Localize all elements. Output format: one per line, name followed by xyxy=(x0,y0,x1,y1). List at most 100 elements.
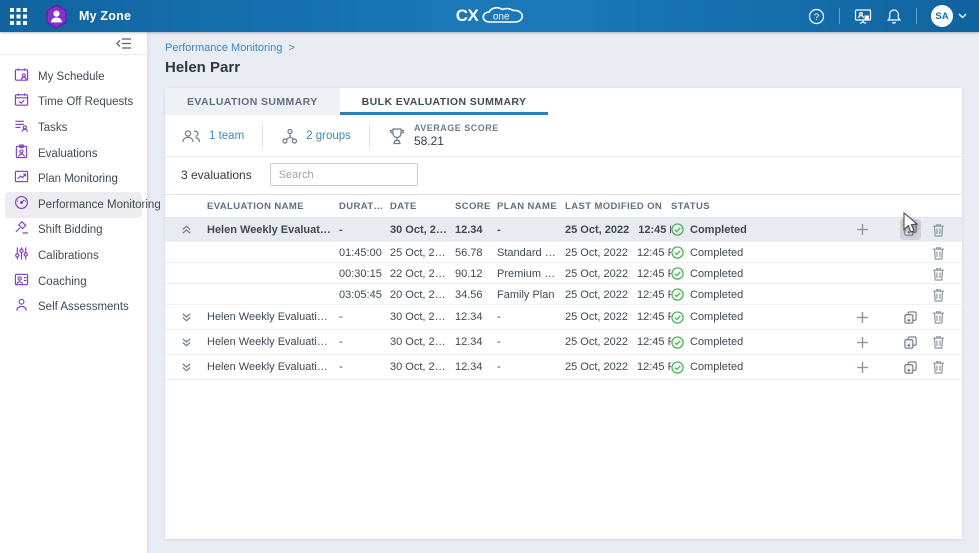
delete-icon[interactable] xyxy=(930,246,946,260)
tab-bulk-evaluation-summary[interactable]: BULK EVALUATION SUMMARY xyxy=(340,88,549,115)
average-score-value: 58.21 xyxy=(414,134,499,149)
sidebar-item-label: Time Off Requests xyxy=(38,96,133,108)
date-cell: 20 Oct, 2022 xyxy=(390,289,455,301)
table-row[interactable]: 01:45:00 25 Oct, 2022 56.78 Standard Pla… xyxy=(165,242,962,263)
add-icon[interactable] xyxy=(856,361,869,374)
tasks-icon xyxy=(14,118,29,138)
plan-name-cell: Premium Plan xyxy=(497,268,565,280)
date-cell: 30 Oct, 2022 xyxy=(390,224,455,236)
sidebar-item-evaluations[interactable]: Evaluations xyxy=(5,141,142,167)
breadcrumb[interactable]: Performance Monitoring > xyxy=(165,42,295,54)
column-header-evaluation-name[interactable]: EVALUATION NAME xyxy=(207,201,339,212)
copy-icon[interactable] xyxy=(900,219,921,240)
table-row[interactable]: Helen Weekly Evaluation - June 20 - 30 O… xyxy=(165,330,962,355)
plan-name-cell: - xyxy=(497,224,565,236)
table-row[interactable]: Helen Weekly Evaluation - June 20 - 30 O… xyxy=(165,305,962,330)
table-header: EVALUATION NAME DURATION DATE SCORE PLAN… xyxy=(165,194,962,218)
column-header-status[interactable]: STATUS xyxy=(671,201,826,212)
calibrations-icon xyxy=(14,246,29,266)
stats-divider xyxy=(262,125,263,147)
collapse-sidebar-icon[interactable] xyxy=(116,36,132,51)
evaluation-name-cell: Helen Weekly Evaluation - June 20 xyxy=(207,336,339,348)
add-icon[interactable] xyxy=(856,311,869,324)
sidebar-item-calibrations[interactable]: Calibrations xyxy=(5,243,142,269)
date-cell: 22 Oct, 2022 xyxy=(390,268,455,280)
groups-link[interactable]: 2 groups xyxy=(281,128,351,145)
agent-monitor-icon[interactable] xyxy=(854,8,872,25)
delete-icon[interactable] xyxy=(930,360,946,374)
copy-icon[interactable] xyxy=(900,307,921,328)
duration-cell: - xyxy=(339,224,390,236)
add-icon[interactable] xyxy=(856,223,869,236)
delete-icon[interactable] xyxy=(930,288,946,302)
evaluations-icon xyxy=(14,144,29,164)
search-box[interactable] xyxy=(270,163,418,186)
score-cell: 12.34 xyxy=(455,361,497,373)
table-row[interactable]: 00:30:15 22 Oct, 2022 90.12 Premium Plan… xyxy=(165,263,962,284)
date-cell: 30 Oct, 2022 xyxy=(390,361,455,373)
cxone-logo-cloud: one xyxy=(479,5,523,27)
breadcrumb-caret-icon: > xyxy=(288,42,294,54)
sidebar-item-performance-monitoring[interactable]: Performance Monitoring xyxy=(5,192,142,218)
delete-icon[interactable] xyxy=(930,267,946,281)
column-header-plan-name[interactable]: PLAN NAME xyxy=(497,201,565,212)
notifications-bell-icon[interactable] xyxy=(886,8,902,25)
tab-bar: EVALUATION SUMMARY BULK EVALUATION SUMMA… xyxy=(165,88,962,115)
column-header-duration[interactable]: DURATION xyxy=(339,201,390,212)
sidebar-item-tasks[interactable]: Tasks xyxy=(5,115,142,141)
my-zone-logo-icon xyxy=(44,4,69,29)
status-label: Completed xyxy=(690,289,743,301)
expand-row-icon[interactable] xyxy=(181,362,207,373)
completed-check-icon xyxy=(671,267,684,280)
team-count[interactable]: 1 team xyxy=(209,130,244,142)
tab-evaluation-summary[interactable]: EVALUATION SUMMARY xyxy=(165,88,340,115)
delete-icon[interactable] xyxy=(930,310,946,324)
copy-icon[interactable] xyxy=(900,332,921,353)
column-header-score[interactable]: SCORE xyxy=(455,201,497,212)
add-icon[interactable] xyxy=(856,336,869,349)
score-cell: 12.34 xyxy=(455,311,497,323)
column-header-date[interactable]: DATE xyxy=(390,201,455,212)
sidebar-item-my-schedule[interactable]: My Schedule xyxy=(5,64,142,90)
search-input[interactable] xyxy=(279,169,421,181)
sidebar-menu: My Schedule Time Off Requests Tasks Eval… xyxy=(0,55,147,320)
delete-icon[interactable] xyxy=(930,335,946,349)
cxone-logo-one: one xyxy=(493,12,510,23)
sidebar: My Schedule Time Off Requests Tasks Eval… xyxy=(0,32,148,553)
groups-count[interactable]: 2 groups xyxy=(306,130,351,142)
user-menu[interactable]: SA xyxy=(931,5,967,27)
sidebar-item-shift-bidding[interactable]: Shift Bidding xyxy=(5,218,142,244)
main-content: Performance Monitoring > Helen Parr EVAL… xyxy=(148,32,979,553)
score-cell: 34.56 xyxy=(455,289,497,301)
table-row[interactable]: Helen Weekly Evaluation - June 20 - 30 O… xyxy=(165,355,962,380)
status-cell: Completed xyxy=(671,311,826,324)
coaching-icon xyxy=(14,272,29,292)
sidebar-item-plan-monitoring[interactable]: Plan Monitoring xyxy=(5,166,142,192)
avatar[interactable]: SA xyxy=(931,5,953,27)
sidebar-item-time-off-requests[interactable]: Time Off Requests xyxy=(5,90,142,116)
performance-monitoring-icon xyxy=(14,195,29,215)
team-link[interactable]: 1 team xyxy=(181,128,244,145)
status-cell: Completed xyxy=(671,336,826,349)
row-actions xyxy=(826,307,946,328)
table-row[interactable]: Helen Weekly Evaluation - June... - 30 O… xyxy=(165,218,962,242)
shift-bidding-icon xyxy=(14,220,29,240)
last-modified-cell: 25 Oct, 2022 12:45 PM xyxy=(565,361,671,373)
app-launcher-button[interactable] xyxy=(0,0,36,32)
sidebar-item-self-assessments[interactable]: Self Assessments xyxy=(5,294,142,320)
evaluation-name-cell: Helen Weekly Evaluation - June 20 xyxy=(207,311,339,323)
breadcrumb-link[interactable]: Performance Monitoring xyxy=(165,42,282,54)
column-header-last-modified-on[interactable]: LAST MODIFIED ON xyxy=(565,201,671,212)
sidebar-item-coaching[interactable]: Coaching xyxy=(5,269,142,295)
collapse-row-icon[interactable] xyxy=(181,224,207,235)
completed-check-icon xyxy=(671,311,684,324)
expand-row-icon[interactable] xyxy=(181,337,207,348)
help-icon[interactable]: ? xyxy=(808,8,825,25)
expand-row-icon[interactable] xyxy=(181,312,207,323)
date-cell: 30 Oct, 2022 xyxy=(390,311,455,323)
delete-icon[interactable] xyxy=(930,223,946,237)
table-row[interactable]: 03:05:45 20 Oct, 2022 34.56 Family Plan … xyxy=(165,284,962,305)
last-modified-cell: 25 Oct, 2022 12:45 PM xyxy=(565,311,671,323)
self-assessments-icon xyxy=(14,297,29,317)
copy-icon[interactable] xyxy=(900,357,921,378)
